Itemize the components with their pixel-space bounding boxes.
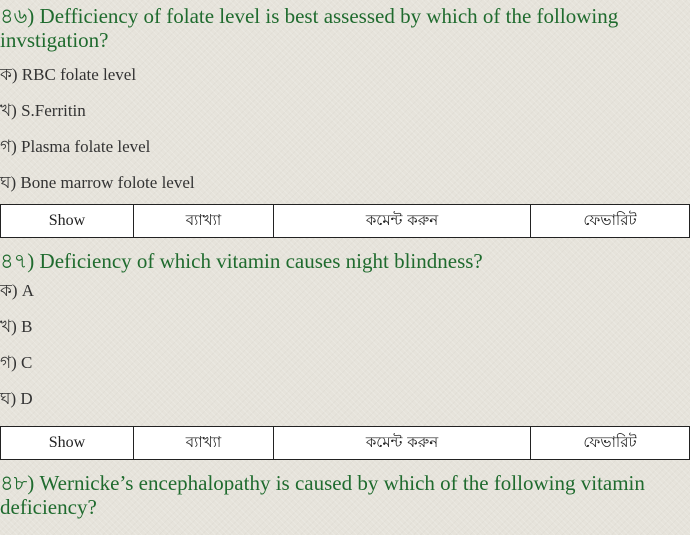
question-title: ৪৬) Defficiency of folate level is best … bbox=[0, 4, 619, 52]
question-47: ৪৭) Deficiency of which vitamin causes n… bbox=[0, 249, 690, 417]
question-46: ৪৬) Defficiency of folate level is best … bbox=[0, 4, 690, 201]
favorite-button[interactable]: ফেভারিট bbox=[531, 427, 689, 459]
option-b[interactable]: খ) S.Ferritin bbox=[0, 93, 690, 129]
question-title: ৪৭) Deficiency of which vitamin causes n… bbox=[0, 249, 483, 273]
option-c[interactable]: গ) C bbox=[0, 345, 690, 381]
option-a[interactable]: ক) RBC folate level bbox=[0, 57, 690, 93]
show-button[interactable]: Show bbox=[1, 205, 134, 237]
question-48: ৪৮) Wernicke’s encephalopathy is caused … bbox=[0, 471, 690, 519]
comment-button[interactable]: কমেন্ট করুন bbox=[274, 205, 531, 237]
question-title: ৪৮) Wernicke’s encephalopathy is caused … bbox=[0, 471, 645, 519]
favorite-button[interactable]: ফেভারিট bbox=[531, 205, 689, 237]
option-d[interactable]: ঘ) D bbox=[0, 381, 690, 417]
comment-button[interactable]: কমেন্ট করুন bbox=[274, 427, 531, 459]
option-a[interactable]: ক) A bbox=[0, 273, 690, 309]
option-c[interactable]: গ) Plasma folate level bbox=[0, 129, 690, 165]
option-list: ক) A খ) B গ) C ঘ) D bbox=[0, 273, 690, 417]
option-d[interactable]: ঘ) Bone marrow folote level bbox=[0, 165, 690, 201]
explanation-button[interactable]: ব্যাখ্যা bbox=[134, 427, 274, 459]
option-b[interactable]: খ) B bbox=[0, 309, 690, 345]
explanation-button[interactable]: ব্যাখ্যা bbox=[134, 205, 274, 237]
option-list: ক) RBC folate level খ) S.Ferritin গ) Pla… bbox=[0, 57, 690, 201]
action-bar-46: Show ব্যাখ্যা কমেন্ট করুন ফেভারিট bbox=[0, 204, 690, 238]
action-bar-47: Show ব্যাখ্যা কমেন্ট করুন ফেভারিট bbox=[0, 426, 690, 460]
show-button[interactable]: Show bbox=[1, 427, 134, 459]
